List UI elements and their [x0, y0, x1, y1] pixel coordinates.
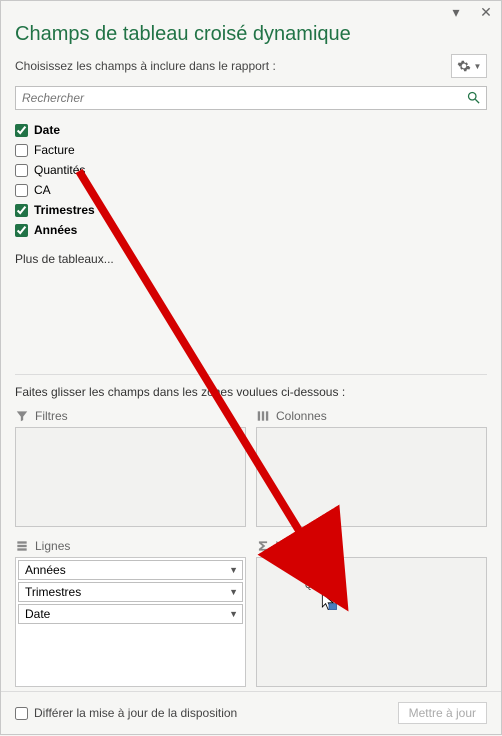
rows-icon [15, 539, 29, 553]
values-zone[interactable]: Valeurs Quantités [256, 537, 487, 687]
sigma-icon [256, 539, 270, 553]
chevron-down-icon[interactable]: ▼ [229, 565, 238, 575]
field-item-facture[interactable]: Facture [15, 140, 487, 160]
field-list: Date Facture Quantités CA Trimestres Ann… [1, 120, 501, 266]
pane-title: Champs de tableau croisé dynamique [1, 19, 501, 54]
chevron-down-icon: ▼ [474, 62, 482, 71]
row-chip-annees[interactable]: Années ▼ [18, 560, 243, 580]
more-tables-link[interactable]: Plus de tableaux... [15, 252, 487, 266]
tools-button[interactable]: ▼ [451, 54, 487, 78]
field-item-annees[interactable]: Années [15, 220, 487, 240]
filter-icon [15, 409, 29, 423]
cursor-icon [319, 592, 339, 617]
update-button[interactable]: Mettre à jour [398, 702, 487, 724]
search-field[interactable] [15, 86, 487, 110]
footer: Différer la mise à jour de la dispositio… [1, 691, 501, 734]
gear-icon [457, 59, 471, 73]
field-item-quantites[interactable]: Quantités [15, 160, 487, 180]
field-item-ca[interactable]: CA [15, 180, 487, 200]
search-icon[interactable] [466, 90, 482, 106]
field-checkbox[interactable] [15, 184, 28, 197]
defer-layout-checkbox[interactable]: Différer la mise à jour de la dispositio… [15, 706, 237, 720]
chevron-down-icon[interactable]: ▼ [229, 587, 238, 597]
field-checkbox[interactable] [15, 224, 28, 237]
chevron-down-icon[interactable]: ▼ [229, 609, 238, 619]
field-item-trimestres[interactable]: Trimestres [15, 200, 487, 220]
field-item-date[interactable]: Date [15, 120, 487, 140]
filters-zone[interactable]: Filtres [15, 407, 246, 527]
drag-hint: Faites glisser les champs dans les zones… [1, 375, 501, 407]
field-checkbox[interactable] [15, 204, 28, 217]
row-chip-date[interactable]: Date ▼ [18, 604, 243, 624]
field-checkbox[interactable] [15, 124, 28, 137]
rows-zone[interactable]: Lignes Années ▼ Trimestres ▼ Date ▼ [15, 537, 246, 687]
title-bar: ▾ ✕ [1, 1, 501, 19]
search-input[interactable] [15, 86, 487, 110]
field-checkbox[interactable] [15, 144, 28, 157]
choose-fields-hint: Choisissez les champs à inclure dans le … [15, 59, 276, 73]
columns-zone[interactable]: Colonnes [256, 407, 487, 527]
field-checkbox[interactable] [15, 164, 28, 177]
row-chip-trimestres[interactable]: Trimestres ▼ [18, 582, 243, 602]
columns-icon [256, 409, 270, 423]
close-icon[interactable]: ✕ [479, 5, 493, 19]
drag-ghost-label: Quantités [305, 580, 344, 590]
task-pane-options-icon[interactable]: ▾ [449, 5, 463, 19]
